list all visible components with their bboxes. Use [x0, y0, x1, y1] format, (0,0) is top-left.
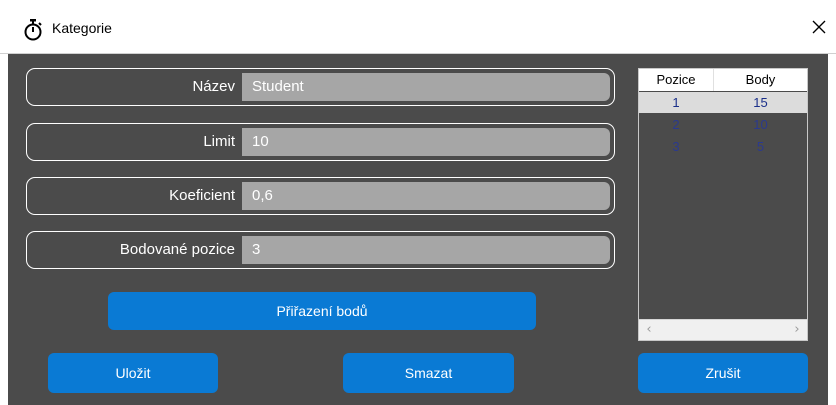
close-icon	[812, 20, 826, 34]
dialog-body: Název Student Limit 10 Koeficient 0,6 Bo…	[8, 54, 828, 405]
coefficient-input[interactable]: 0,6	[242, 182, 610, 210]
column-header-points[interactable]: Body	[714, 69, 807, 91]
delete-button[interactable]: Smazat	[343, 353, 514, 393]
limit-input[interactable]: 10	[242, 128, 610, 156]
name-field: Název Student	[26, 68, 615, 106]
table-row[interactable]: 1 15	[639, 92, 807, 113]
name-label: Název	[192, 78, 235, 95]
row-position-cell: 2	[672, 117, 680, 132]
scroll-right-icon[interactable]: ›	[787, 320, 807, 340]
limit-field: Limit 10	[26, 123, 615, 161]
row-position-cell: 1	[672, 95, 680, 110]
table-header: Pozice Body	[639, 69, 807, 91]
title-bar: Kategorie	[0, 0, 836, 54]
table-row[interactable]: 3 5	[639, 136, 807, 157]
row-points-cell: 5	[756, 139, 765, 154]
coefficient-label: Koeficient	[169, 187, 235, 204]
scrollbar-track[interactable]	[659, 323, 787, 337]
save-button[interactable]: Uložit	[48, 353, 218, 393]
cancel-button[interactable]: Zrušit	[638, 353, 808, 393]
table-row[interactable]: 2 10	[639, 114, 807, 135]
close-button[interactable]	[806, 14, 832, 40]
stopwatch-icon	[24, 19, 42, 41]
scored-positions-label: Bodované pozice	[119, 241, 235, 258]
window-title: Kategorie	[52, 20, 112, 36]
scroll-left-icon[interactable]: ‹	[639, 320, 659, 340]
row-position-cell: 3	[672, 139, 680, 154]
scored-positions-input[interactable]: 3	[242, 236, 610, 264]
assign-points-button[interactable]: Přiřazení bodů	[108, 292, 536, 330]
horizontal-scrollbar[interactable]: ‹ ›	[639, 319, 807, 340]
column-header-position[interactable]: Pozice	[639, 69, 713, 91]
scored-positions-field: Bodované pozice 3	[26, 231, 615, 269]
row-points-cell: 10	[753, 117, 768, 132]
points-table: Pozice Body 1 15 2 10 3 5 ‹ ›	[638, 68, 808, 341]
limit-label: Limit	[203, 133, 235, 150]
row-points-cell: 15	[753, 95, 768, 110]
name-input[interactable]: Student	[242, 73, 610, 101]
coefficient-field: Koeficient 0,6	[26, 177, 615, 215]
